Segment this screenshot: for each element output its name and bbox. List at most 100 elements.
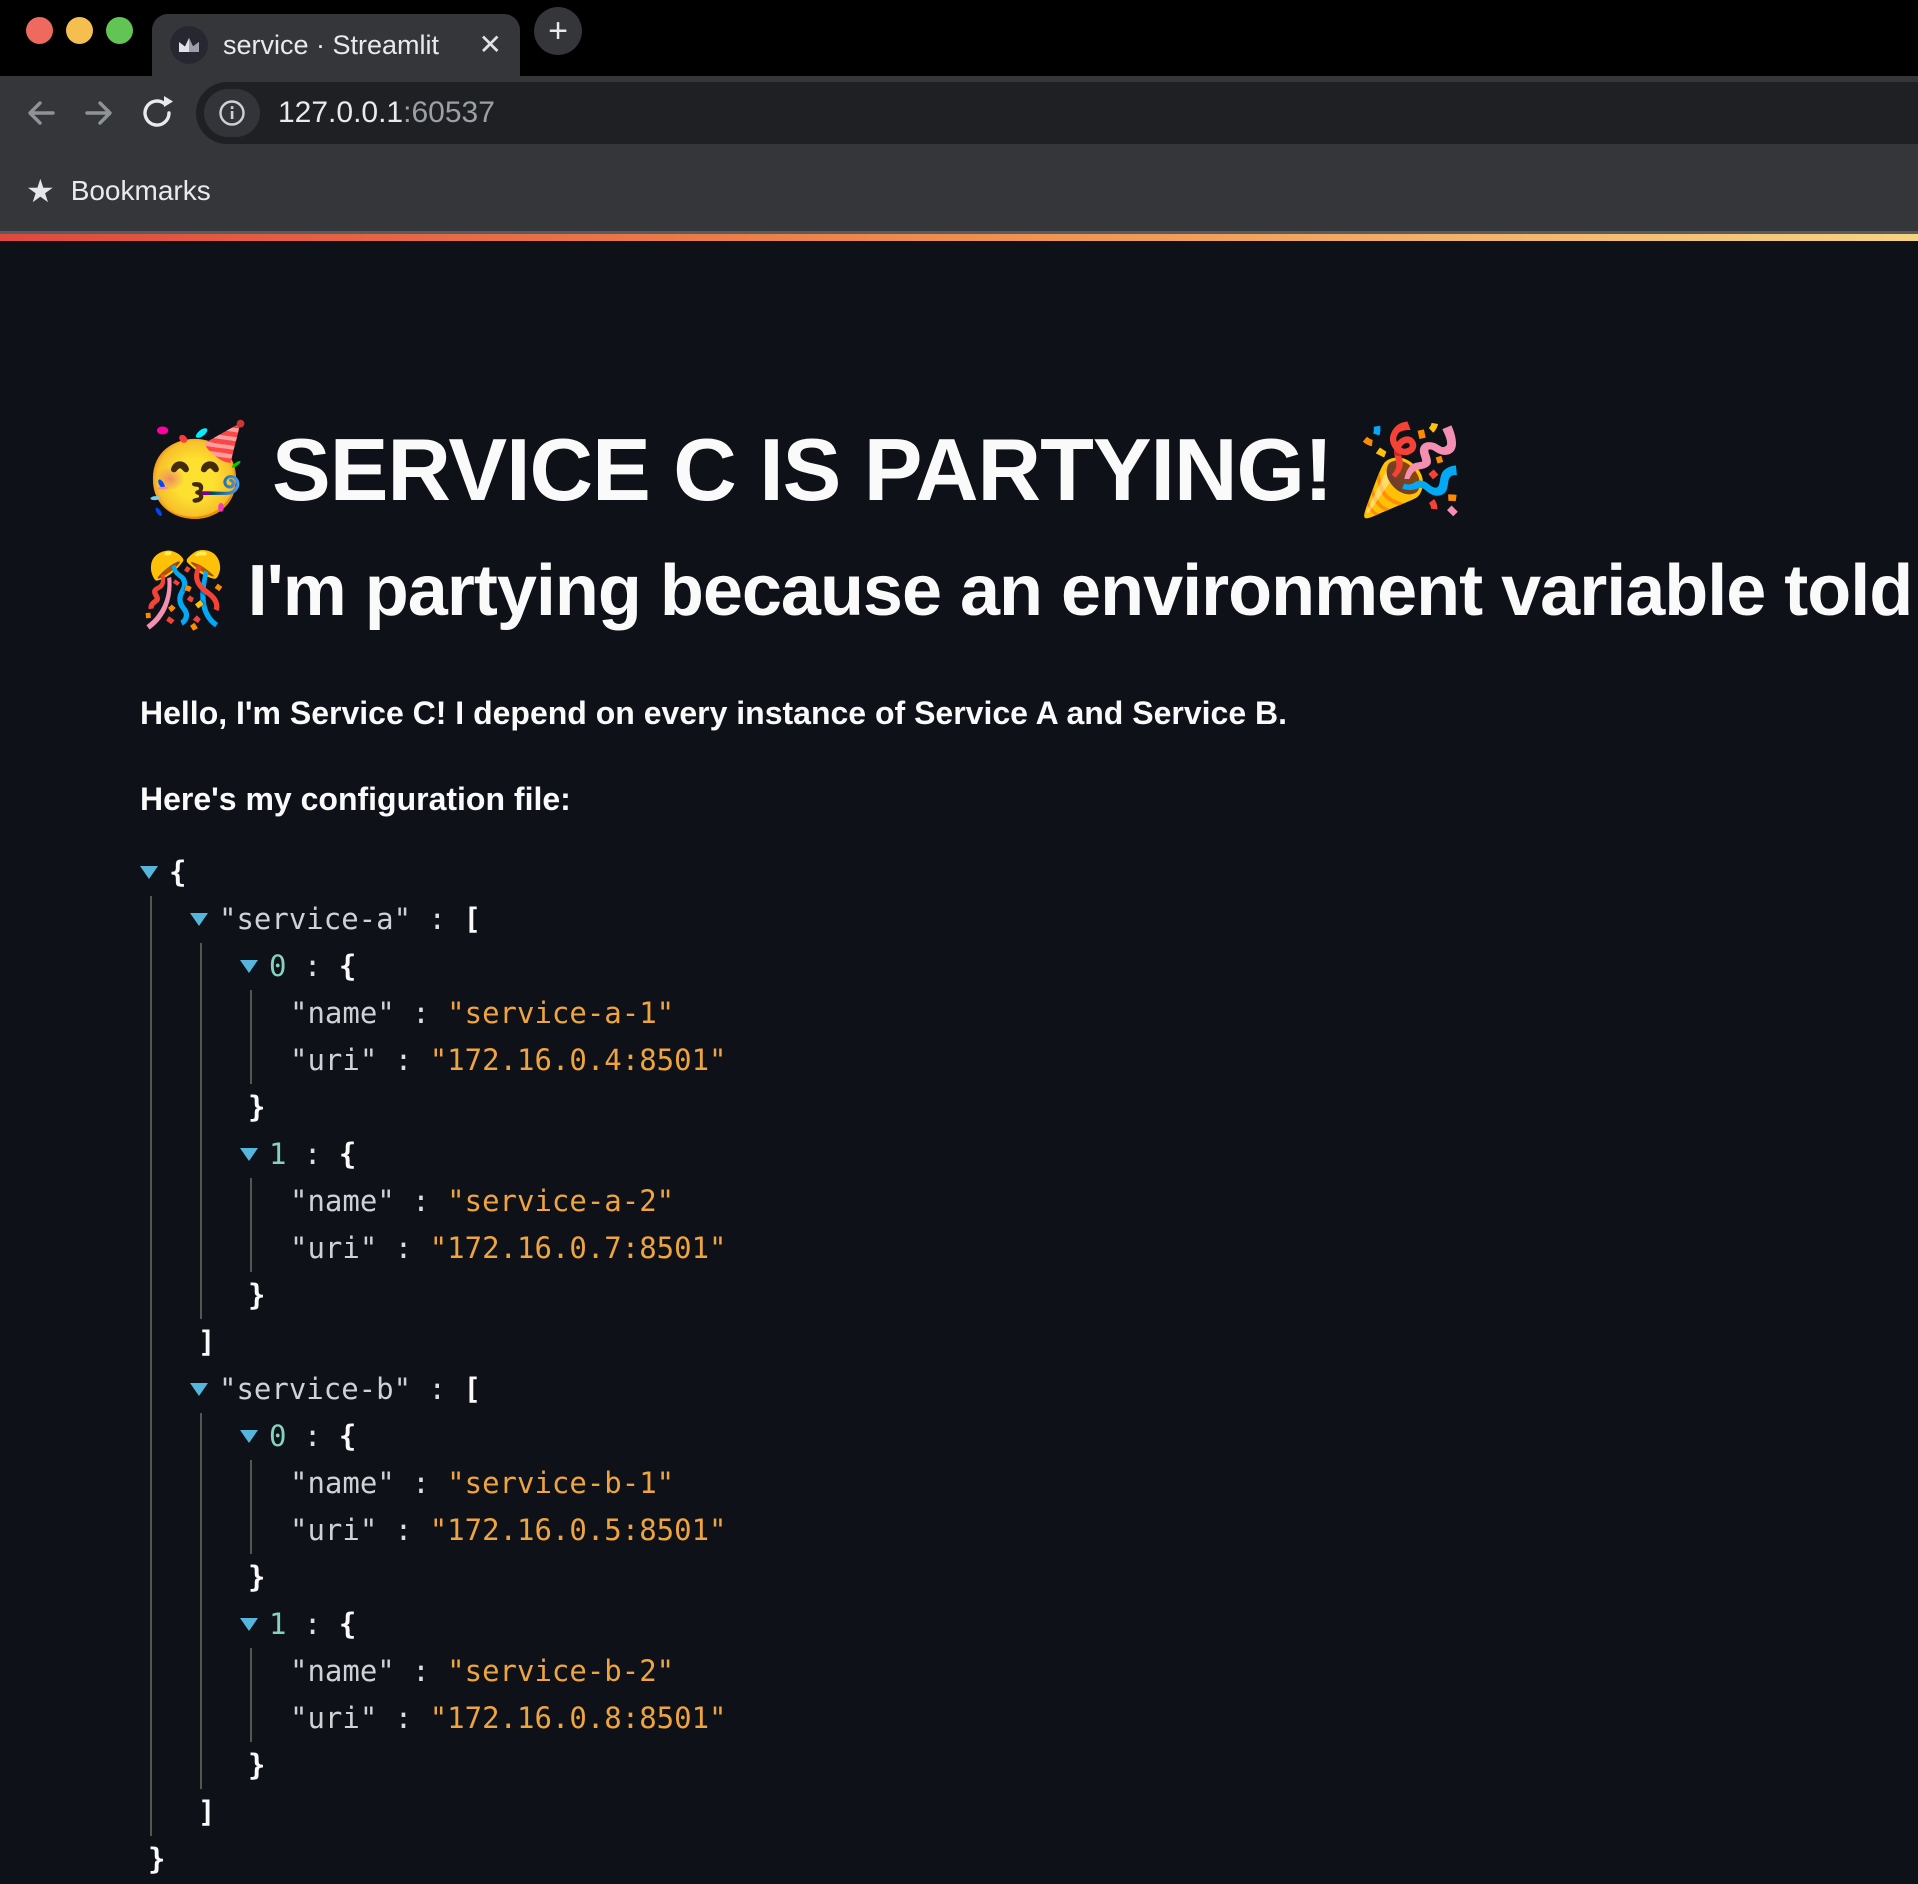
close-window-button[interactable] — [26, 17, 53, 44]
json-array-node: "service-a" : [0 : {"name" : "service-a-… — [190, 896, 1878, 1366]
json-closing-bracket-line: } — [240, 1742, 1878, 1789]
json-line: 0 : { — [240, 1413, 1878, 1460]
json-line: 1 : { — [240, 1601, 1878, 1648]
json-open-brace: { — [339, 949, 356, 983]
reload-button[interactable] — [128, 83, 186, 143]
site-info-button[interactable] — [204, 89, 260, 137]
json-object-node: 1 : {"name" : "service-b-2""uri" : "172.… — [240, 1601, 1878, 1789]
minimize-window-button[interactable] — [66, 17, 93, 44]
json-line: "service-b" : [ — [190, 1366, 1878, 1413]
collapse-arrow-icon[interactable] — [240, 1148, 258, 1161]
tab-strip: service · Streamlit ✕ + — [0, 0, 1918, 76]
info-icon — [218, 99, 246, 127]
bookmark-item-bookmarks[interactable]: ★ Bookmarks — [26, 175, 211, 207]
json-root-children: "service-a" : [0 : {"name" : "service-a-… — [150, 896, 1878, 1836]
json-line: "uri" : "172.16.0.5:8501" — [290, 1507, 1878, 1554]
tab-title: service · Streamlit — [223, 30, 479, 61]
page-title: 🥳 SERVICE C IS PARTYING! 🎉 — [140, 419, 1878, 520]
tab-close-button[interactable]: ✕ — [479, 31, 502, 59]
json-line: 1 : { — [240, 1131, 1878, 1178]
json-colon: : — [395, 996, 447, 1030]
json-colon: : — [411, 1372, 463, 1406]
json-colon: : — [395, 1466, 447, 1500]
forward-arrow-icon — [81, 95, 117, 131]
json-key: "uri" — [290, 1231, 377, 1265]
json-close-brace: } — [248, 1748, 265, 1782]
traffic-lights — [26, 17, 133, 44]
json-close-brace: } — [248, 1278, 265, 1312]
json-colon: : — [411, 902, 463, 936]
json-open-bracket: [ — [463, 1372, 480, 1406]
json-line: "service-a" : [ — [190, 896, 1878, 943]
json-key: "service-b" — [219, 1372, 411, 1406]
json-open-bracket: [ — [463, 902, 480, 936]
json-colon: : — [286, 1607, 338, 1641]
json-closing-bracket-line: ] — [190, 1789, 1878, 1836]
intro-text: Hello, I'm Service C! I depend on every … — [140, 693, 1878, 733]
browser-window: service · Streamlit ✕ + — [0, 0, 1918, 1884]
url-host: 127.0.0.1 — [278, 96, 403, 129]
url-port: :60537 — [403, 96, 495, 129]
json-array-items: 0 : {"name" : "service-b-1""uri" : "172.… — [200, 1413, 1878, 1789]
back-button[interactable] — [12, 83, 70, 143]
json-closing-bracket-line: ] — [190, 1319, 1878, 1366]
json-key: "service-a" — [219, 902, 411, 936]
json-key: "uri" — [290, 1043, 377, 1077]
json-array-node: "service-b" : [0 : {"name" : "service-b-… — [190, 1366, 1878, 1836]
json-tree-viewer: {"service-a" : [0 : {"name" : "service-a… — [140, 849, 1878, 1883]
json-colon: : — [377, 1231, 429, 1265]
zoom-window-button[interactable] — [106, 17, 133, 44]
json-open-brace: { — [339, 1607, 356, 1641]
browser-toolbar: 127.0.0.1:60537 — [0, 76, 1918, 150]
json-array-items: 0 : {"name" : "service-a-1""uri" : "172.… — [200, 943, 1878, 1319]
json-string-value: "172.16.0.5:8501" — [430, 1513, 727, 1547]
browser-tab[interactable]: service · Streamlit ✕ — [152, 14, 520, 76]
json-close-brace: } — [248, 1560, 265, 1594]
json-colon: : — [377, 1701, 429, 1735]
json-object-node: 0 : {"name" : "service-a-1""uri" : "172.… — [240, 943, 1878, 1131]
collapse-arrow-icon[interactable] — [190, 913, 208, 926]
collapse-arrow-icon[interactable] — [190, 1383, 208, 1396]
json-object-fields: "name" : "service-a-2""uri" : "172.16.0.… — [250, 1178, 1878, 1272]
json-line: "name" : "service-a-1" — [290, 990, 1878, 1037]
json-closing-bracket-line: } — [240, 1084, 1878, 1131]
json-key: "uri" — [290, 1513, 377, 1547]
json-colon: : — [286, 1137, 338, 1171]
json-object-node: 0 : {"name" : "service-b-1""uri" : "172.… — [240, 1413, 1878, 1601]
json-colon: : — [377, 1043, 429, 1077]
streamlit-app-content: 🥳 SERVICE C IS PARTYING! 🎉 🎊 I'm partyin… — [0, 241, 1918, 1884]
config-label: Here's my configuration file: — [140, 779, 1878, 819]
bookmarks-bar: ★ Bookmarks — [0, 150, 1918, 234]
json-colon: : — [377, 1513, 429, 1547]
streamlit-favicon-icon — [170, 26, 208, 64]
json-key: "name" — [290, 1466, 395, 1500]
json-string-value: "172.16.0.7:8501" — [430, 1231, 727, 1265]
json-open-brace: { — [169, 855, 186, 889]
json-line: 0 : { — [240, 943, 1878, 990]
forward-button[interactable] — [70, 83, 128, 143]
bookmark-label: Bookmarks — [71, 175, 211, 207]
json-object-fields: "name" : "service-b-2""uri" : "172.16.0.… — [250, 1648, 1878, 1742]
json-array-index: 1 — [269, 1137, 286, 1171]
omnibox-address-bar[interactable]: 127.0.0.1:60537 — [196, 82, 1918, 144]
collapse-arrow-icon[interactable] — [240, 1430, 258, 1443]
json-string-value: "172.16.0.8:8501" — [430, 1701, 727, 1735]
json-colon: : — [395, 1654, 447, 1688]
collapse-arrow-icon[interactable] — [240, 1618, 258, 1631]
json-closing-bracket-line: } — [240, 1272, 1878, 1319]
json-array-index: 0 — [269, 949, 286, 983]
json-open-brace: { — [339, 1137, 356, 1171]
star-icon: ★ — [26, 175, 55, 207]
json-line: "uri" : "172.16.0.8:8501" — [290, 1695, 1878, 1742]
json-colon: : — [286, 1419, 338, 1453]
json-close-bracket: ] — [198, 1795, 215, 1829]
json-line: "name" : "service-b-1" — [290, 1460, 1878, 1507]
collapse-arrow-icon[interactable] — [140, 866, 158, 879]
json-string-value: "service-b-1" — [447, 1466, 674, 1500]
back-arrow-icon — [23, 95, 59, 131]
collapse-arrow-icon[interactable] — [240, 960, 258, 973]
json-array-index: 0 — [269, 1419, 286, 1453]
new-tab-button[interactable]: + — [534, 7, 582, 55]
json-key: "name" — [290, 1654, 395, 1688]
json-colon: : — [395, 1184, 447, 1218]
